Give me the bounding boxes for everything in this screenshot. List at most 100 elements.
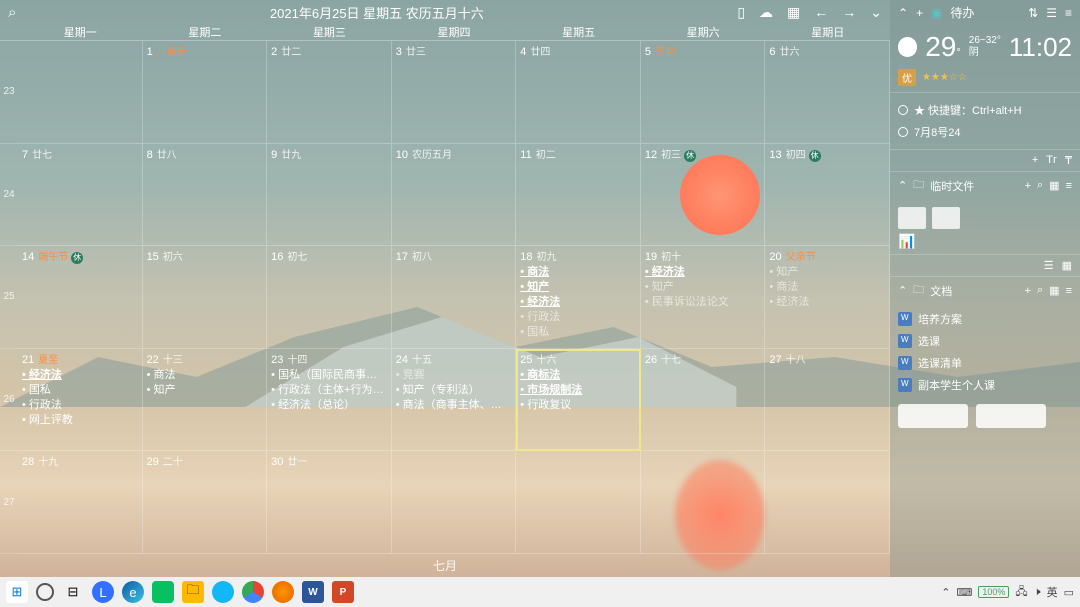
explorer-icon[interactable]: 🗀 (182, 581, 204, 603)
grid-icon[interactable]: ▦ (1049, 179, 1059, 192)
calendar-cell[interactable] (765, 451, 890, 554)
add-icon[interactable]: + (1032, 154, 1038, 167)
todo-item[interactable]: 7月8号24 (898, 121, 1072, 143)
phone-icon[interactable]: ▯ (737, 4, 745, 21)
event-item[interactable]: 知产 (645, 280, 761, 295)
file-thumb[interactable] (976, 404, 1046, 428)
edge-icon[interactable]: e (122, 581, 144, 603)
event-item[interactable]: 行政法 (22, 398, 138, 413)
calendar-cell[interactable]: 29二十 (143, 451, 268, 554)
doc-item[interactable]: 培养方案 (898, 308, 1072, 330)
next-icon[interactable]: → (842, 4, 856, 21)
menu-icon[interactable]: ≡ (1066, 285, 1072, 297)
todo-item[interactable]: ★ 快捷键：Ctrl+alt+H (898, 99, 1072, 121)
firefox-icon[interactable] (272, 581, 294, 603)
cortana-icon[interactable] (36, 583, 54, 601)
notification-icon[interactable]: ▭ (1064, 586, 1074, 599)
doc-item[interactable]: 副本学生个人课 (898, 374, 1072, 396)
calendar-cell[interactable]: 15初六 (143, 246, 268, 349)
calendar-cell[interactable]: 21夏至经济法国私行政法网上评教 (18, 349, 143, 452)
volume-icon[interactable]: 🕨 (1034, 586, 1041, 599)
calendar-cell[interactable]: 6廿六 (765, 41, 890, 144)
event-item[interactable]: 知产 (147, 383, 263, 398)
calendar-cell[interactable] (18, 41, 143, 144)
calendar-cell[interactable]: 9廿九 (267, 144, 392, 247)
event-item[interactable]: 商法 (769, 280, 885, 295)
calendar-cell[interactable]: 10农历五月 (392, 144, 517, 247)
event-item[interactable]: 行政复议 (520, 398, 636, 413)
ime-icon[interactable]: 英 (1047, 584, 1058, 600)
add-icon[interactable]: + (916, 6, 923, 20)
wechat-icon[interactable] (152, 581, 174, 603)
calendar-cell[interactable]: 11初二 (516, 144, 641, 247)
grid-view-icon[interactable]: ▦ (1062, 259, 1072, 272)
calendar-cell[interactable]: 8廿八 (143, 144, 268, 247)
battery-icon[interactable]: 100% (978, 586, 1009, 598)
calendar-cell[interactable] (516, 451, 641, 554)
filter-icon[interactable]: ⇅ (1028, 6, 1038, 20)
start-button[interactable]: ⊞ (6, 581, 28, 603)
powerpoint-icon[interactable]: P (332, 581, 354, 603)
event-item[interactable]: 经济法 (645, 265, 761, 280)
text-tool-icon[interactable]: Tг (1046, 154, 1057, 167)
calendar-cell[interactable]: 2廿二 (267, 41, 392, 144)
event-item[interactable]: 知产 (769, 265, 885, 280)
calendar-cell[interactable]: 24十五竞赛知产（专利法）商法（商事主体、监管） (392, 349, 517, 452)
calendar-cell[interactable]: 17初八 (392, 246, 517, 349)
expand-icon[interactable]: ⌄ (870, 4, 882, 21)
event-item[interactable]: 国私（国际民商事法律关系适用） (271, 368, 387, 383)
list-icon[interactable]: ☰ (1046, 6, 1057, 20)
word-icon[interactable]: W (302, 581, 324, 603)
chevron-icon[interactable]: ⌃ (898, 179, 907, 192)
event-item[interactable]: 行政法 (520, 310, 636, 325)
calendar-cell[interactable]: 16初七 (267, 246, 392, 349)
calendar-cell[interactable]: 27十八 (765, 349, 890, 452)
app-icon[interactable]: L (92, 581, 114, 603)
event-item[interactable]: 经济法 (22, 368, 138, 383)
doc-item[interactable]: 选课清单 (898, 352, 1072, 374)
calendar-cell[interactable]: 1儿童节 (143, 41, 268, 144)
add-icon[interactable]: + (1025, 180, 1031, 192)
file-thumb[interactable] (898, 404, 968, 428)
calendar-cell[interactable] (392, 451, 517, 554)
event-item[interactable]: 行政法（主体+行为+程序） (271, 383, 387, 398)
search-icon[interactable]: ⌕ (1037, 284, 1043, 297)
task-view-icon[interactable]: ⊟ (62, 581, 84, 603)
tray-chevron-icon[interactable]: ⌃ (941, 586, 950, 599)
qq-icon[interactable] (212, 581, 234, 603)
calendar-cell[interactable]: 5芒种 (641, 41, 766, 144)
calendar-cell[interactable]: 19初十经济法知产民事诉讼法论文 (641, 246, 766, 349)
calendar-cell[interactable]: 4廿四 (516, 41, 641, 144)
event-item[interactable]: 商法 (147, 368, 263, 383)
search-icon[interactable]: ⌕ (8, 4, 16, 21)
list-view-icon[interactable]: ☰ (1044, 259, 1054, 272)
checkbox-icon[interactable] (898, 127, 908, 137)
search-icon[interactable]: ⌕ (1037, 179, 1043, 192)
calendar-cell[interactable]: 18初九商法知产经济法行政法国私 (516, 246, 641, 349)
calendar-cell[interactable]: 30廿一 (267, 451, 392, 554)
collapse-icon[interactable]: ⌃ (898, 6, 908, 20)
format-icon[interactable]: ₸ (1065, 154, 1072, 167)
calendar-icon[interactable]: ▦ (787, 4, 800, 21)
event-item[interactable]: 商标法 (520, 368, 636, 383)
calendar-cell[interactable]: 26十七 (641, 349, 766, 452)
menu-icon[interactable]: ≡ (1066, 180, 1072, 192)
weather-widget[interactable]: 29° 26~32°阴 11:02 (890, 25, 1080, 69)
calendar-cell[interactable]: 12初三休 (641, 144, 766, 247)
event-item[interactable]: 商法（商事主体、监管） (396, 398, 512, 413)
cloud-icon[interactable]: ☁ (759, 4, 773, 21)
todo-app-icon[interactable]: ▣ (931, 6, 942, 20)
chrome-icon[interactable] (242, 581, 264, 603)
checkbox-icon[interactable] (898, 105, 908, 115)
calendar-cell[interactable]: 25十六商标法市场规制法行政复议 (516, 349, 641, 452)
prev-icon[interactable]: ← (814, 4, 828, 21)
event-item[interactable]: 市场规制法 (520, 383, 636, 398)
event-item[interactable]: 经济法 (769, 295, 885, 310)
keyboard-icon[interactable]: ⌨ (956, 586, 972, 599)
add-icon[interactable]: + (1025, 285, 1031, 297)
event-item[interactable]: 国私 (22, 383, 138, 398)
grid-icon[interactable]: ▦ (1049, 284, 1059, 297)
network-icon[interactable]: 🖧 (1015, 583, 1027, 602)
calendar-cell[interactable]: 28十九 (18, 451, 143, 554)
event-item[interactable]: 经济法（总论） (271, 398, 387, 413)
